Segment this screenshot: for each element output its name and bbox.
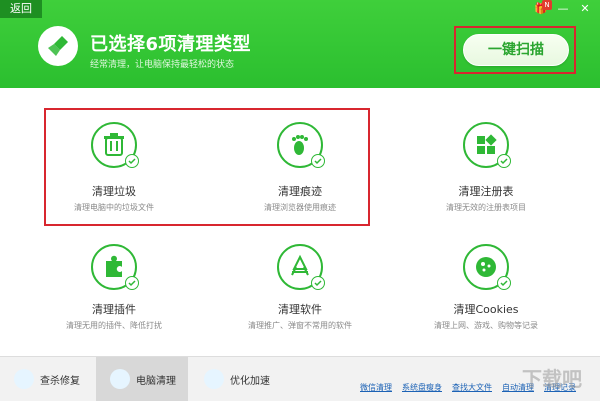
broom-icon (38, 26, 78, 66)
watermark: 下载吧 (522, 367, 582, 391)
item-desc: 清理无效的注册表项目 (446, 203, 526, 212)
registry-icon (463, 122, 511, 168)
notification-badge: N (542, 0, 552, 10)
check-icon (497, 154, 511, 168)
item-title: 清理软件 (278, 303, 322, 316)
clean-items-grid: 清理垃圾 清理电脑中的垃圾文件 清理痕迹 清理浏览器使用痕迹 清理注册表 清理无… (0, 88, 600, 356)
tab-label: 查杀修复 (40, 376, 80, 387)
tab-pc-clean[interactable]: 电脑清理 (96, 357, 188, 401)
bottom-bar: 查杀修复 电脑清理 优化加速 微信清理 系统盘瘦身 查找大文件 自动清理 清理记… (0, 356, 600, 401)
item-desc: 清理无用的插件、降低打扰 (66, 321, 162, 330)
shield-icon (14, 369, 34, 389)
tab-label: 电脑清理 (136, 376, 176, 387)
check-icon (497, 276, 511, 290)
link-system-slim[interactable]: 系统盘瘦身 (402, 382, 442, 393)
item-title: 清理注册表 (458, 185, 514, 198)
check-icon (311, 276, 325, 290)
broom-icon (110, 369, 130, 389)
item-title: 清理Cookies (453, 303, 519, 316)
minimize-icon[interactable]: — (556, 2, 570, 16)
check-icon (125, 276, 139, 290)
link-wechat-clean[interactable]: 微信清理 (360, 382, 392, 393)
tab-scan-repair[interactable]: 查杀修复 (0, 357, 95, 401)
app-icon (277, 244, 325, 290)
link-find-large-files[interactable]: 查找大文件 (452, 382, 492, 393)
item-desc: 清理上网、游戏、购物等记录 (434, 321, 538, 330)
page-subtitle: 经常清理，让电脑保持最轻松的状态 (90, 60, 235, 70)
gift-icon[interactable]: 🎁 N (534, 0, 552, 16)
back-button[interactable]: 返回 (0, 0, 42, 18)
selection-highlight (44, 108, 370, 226)
tab-optimize[interactable]: 优化加速 (190, 357, 280, 401)
page-title: 已选择6项清理类型 (90, 34, 252, 55)
cookie-icon (463, 244, 511, 290)
rocket-icon (204, 369, 224, 389)
window-controls: 🎁 N — ✕ (534, 0, 592, 16)
close-icon[interactable]: ✕ (578, 2, 592, 16)
tab-label: 优化加速 (230, 376, 270, 387)
scan-button[interactable]: 一键扫描 (463, 34, 569, 66)
item-title: 清理插件 (92, 303, 136, 316)
item-desc: 清理推广、弹窗不常用的软件 (248, 321, 352, 330)
puzzle-icon (91, 244, 139, 290)
header: 返回 🎁 N — ✕ 已选择6项清理类型 经常清理，让电脑保持最轻松的状态 一键扫… (0, 0, 600, 88)
